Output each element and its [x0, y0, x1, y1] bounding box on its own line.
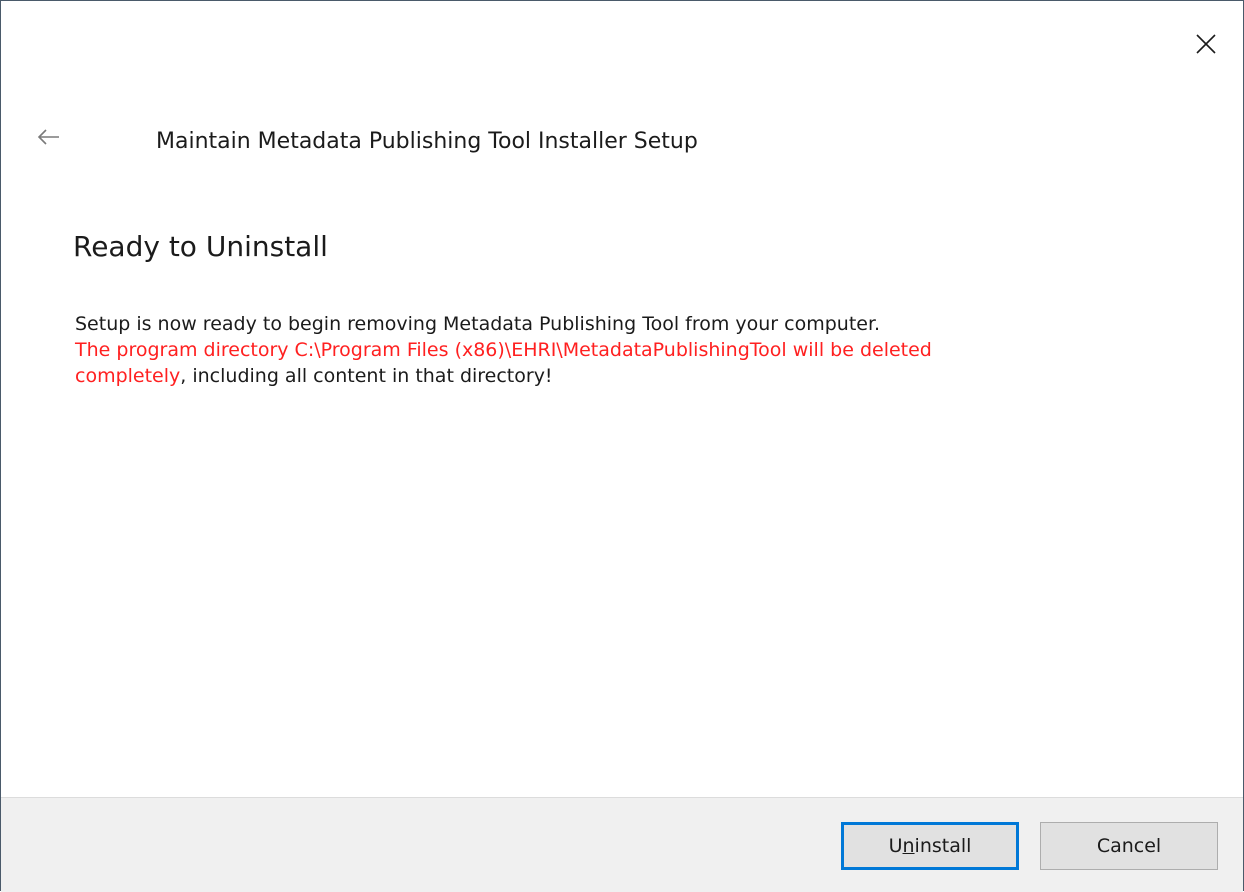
close-icon	[1194, 32, 1218, 60]
back-button[interactable]	[29, 121, 69, 157]
button-bar: Un install Cancel	[1, 797, 1243, 892]
window-title: Maintain Metadata Publishing Tool Instal…	[156, 129, 698, 154]
ready-message: Setup is now ready to begin removing Met…	[75, 313, 881, 335]
page-heading: Ready to Uninstall	[73, 230, 328, 263]
trailing-text: , including all content in that director…	[180, 365, 553, 387]
warning-message: The program directory C:\Program Files (…	[75, 339, 932, 361]
installer-window: Maintain Metadata Publishing Tool Instal…	[0, 0, 1244, 892]
warning-continuation: completely, including all content in tha…	[75, 363, 1195, 389]
uninstall-label-suffix: install	[914, 835, 972, 857]
close-button[interactable]	[1181, 23, 1231, 69]
back-arrow-icon	[37, 128, 61, 150]
uninstall-button[interactable]: Un install	[841, 822, 1019, 870]
uninstall-label-accelerator: n	[902, 835, 915, 857]
cancel-button[interactable]: Cancel	[1040, 822, 1218, 870]
warning-completely: completely	[75, 365, 181, 387]
uninstall-label-prefix: U	[888, 835, 903, 857]
cancel-label: Cancel	[1096, 835, 1162, 857]
description-text: Setup is now ready to begin removing Met…	[75, 311, 1195, 389]
